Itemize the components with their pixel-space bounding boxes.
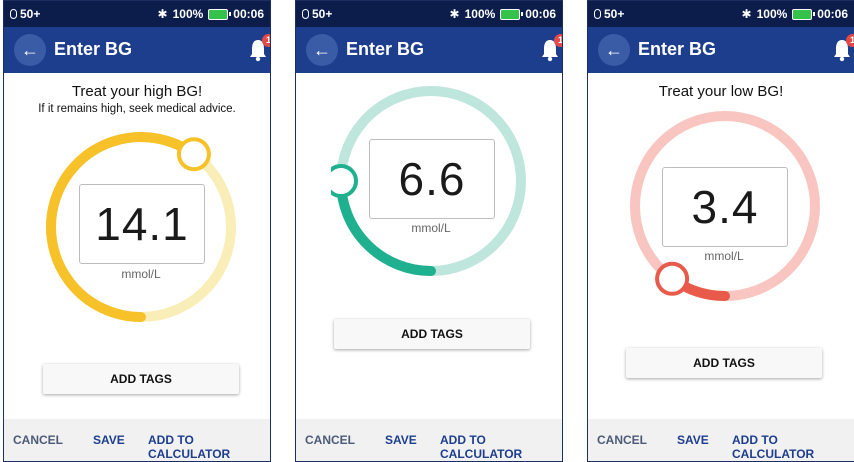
clock: 00:06 [525,7,556,21]
bg-unit: mmol/L [121,267,161,281]
page-title: Enter BG [638,39,717,59]
notification-button[interactable]: 1 [832,34,854,62]
back-button[interactable]: ← [598,34,630,66]
screen-high-bg: 50+ ✱ 100% 00:06 ← Enter BG 1 Treat your h… [3,0,271,462]
notification-badge: 1 [846,34,854,47]
bg-message: Treat your low BG! [658,83,784,100]
save-button[interactable]: SAVE [385,433,417,447]
cancel-button[interactable]: CANCEL [597,433,647,447]
status-bar: 50+ ✱ 100% 00:06 [296,1,562,27]
add-tags-button[interactable]: ADD TAGS [626,348,822,378]
notification-button[interactable]: 1 [540,34,562,62]
save-button[interactable]: SAVE [677,433,709,447]
notification-badge: 1 [554,34,562,47]
footer-bar: CANCEL SAVE ADD TO CALCULATOR [4,419,270,461]
battery-icon [792,8,816,20]
arrow-left-icon: ← [313,39,331,60]
cancel-button[interactable]: CANCEL [305,433,355,447]
pod-icon [302,9,309,19]
battery-icon [208,8,232,20]
notification-badge: 1 [262,34,270,47]
bg-value-field[interactable]: 14.1 [79,184,205,264]
arrow-left-icon: ← [21,39,39,60]
footer-bar: CANCEL SAVE ADD TO CALCULATOR [296,419,562,461]
save-button[interactable]: SAVE [93,433,125,447]
bg-value-field[interactable]: 6.6 [369,139,495,219]
add-to-calculator-button[interactable]: ADD TO CALCULATOR [148,433,270,461]
bluetooth-icon: ✱ [741,7,752,21]
pod-count: 50+ [312,7,333,21]
pod-count: 50+ [20,7,41,21]
battery-percent: 100% [756,7,788,21]
bluetooth-icon: ✱ [449,7,460,21]
bg-message: Treat your high BG! [71,83,203,100]
battery-icon [500,8,524,20]
pod-icon [594,9,601,19]
back-button[interactable]: ← [306,34,338,66]
clock: 00:06 [233,7,264,21]
screen-low-bg: 50+ ✱ 100% 00:06 ← Enter BG 1 Treat your l… [587,0,854,462]
status-bar: 50+ ✱ 100% 00:06 [4,1,270,27]
battery-percent: 100% [464,7,496,21]
add-tags-button[interactable]: ADD TAGS [334,319,530,349]
cancel-button[interactable]: CANCEL [13,433,63,447]
clock: 00:06 [817,7,848,21]
app-bar: ← Enter BG 1 [296,27,562,73]
page-title: Enter BG [346,39,425,59]
notification-button[interactable]: 1 [248,34,270,62]
page-title: Enter BG [54,39,133,59]
pod-icon [10,9,17,19]
battery-percent: 100% [172,7,204,21]
add-tags-button[interactable]: ADD TAGS [43,364,239,394]
bg-sub-message: If it remains high, seek medical advice. [38,103,236,115]
add-to-calculator-button[interactable]: ADD TO CALCULATOR [732,433,854,461]
bg-unit: mmol/L [411,221,451,235]
add-to-calculator-button[interactable]: ADD TO CALCULATOR [440,433,562,461]
status-bar: 50+ ✱ 100% 00:06 [588,1,854,27]
app-bar: ← Enter BG 1 [588,27,854,73]
app-bar: ← Enter BG 1 [4,27,270,73]
arrow-left-icon: ← [605,39,623,60]
bluetooth-icon: ✱ [157,7,168,21]
footer-bar: CANCEL SAVE ADD TO CALCULATOR [588,419,854,461]
bg-unit: mmol/L [704,249,744,263]
pod-count: 50+ [604,7,625,21]
back-button[interactable]: ← [14,34,46,66]
bg-value-field[interactable]: 3.4 [662,167,788,247]
screen-normal-bg: 50+ ✱ 100% 00:06 ← Enter BG 1 6.6 mmol/L A… [295,0,563,462]
